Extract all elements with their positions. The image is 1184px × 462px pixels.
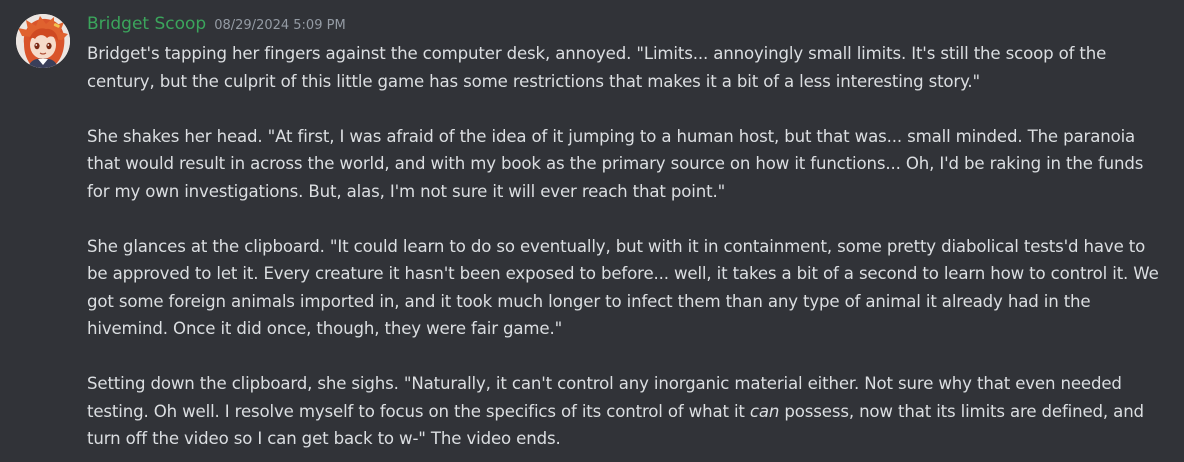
anime-girl-avatar-icon [16,14,70,68]
chat-message: Bridget Scoop 08/29/2024 5:09 PM Bridget… [0,0,1184,462]
message-content: Bridget's tapping her fingers against th… [87,40,1167,453]
italic-emphasis: can [749,401,780,421]
author-name[interactable]: Bridget Scoop [87,14,206,34]
message-paragraph: She glances at the clipboard. "It could … [87,236,1159,339]
message-paragraph: She shakes her head. "At first, I was af… [87,126,1144,201]
message-header: Bridget Scoop 08/29/2024 5:09 PM [87,14,1168,38]
message-timestamp[interactable]: 08/29/2024 5:09 PM [214,18,345,33]
avatar[interactable] [16,14,70,68]
message-paragraph: Bridget's tapping her fingers against th… [87,44,1107,91]
message-paragraph-last: Setting down the clipboard, she sighs. "… [87,370,1167,453]
